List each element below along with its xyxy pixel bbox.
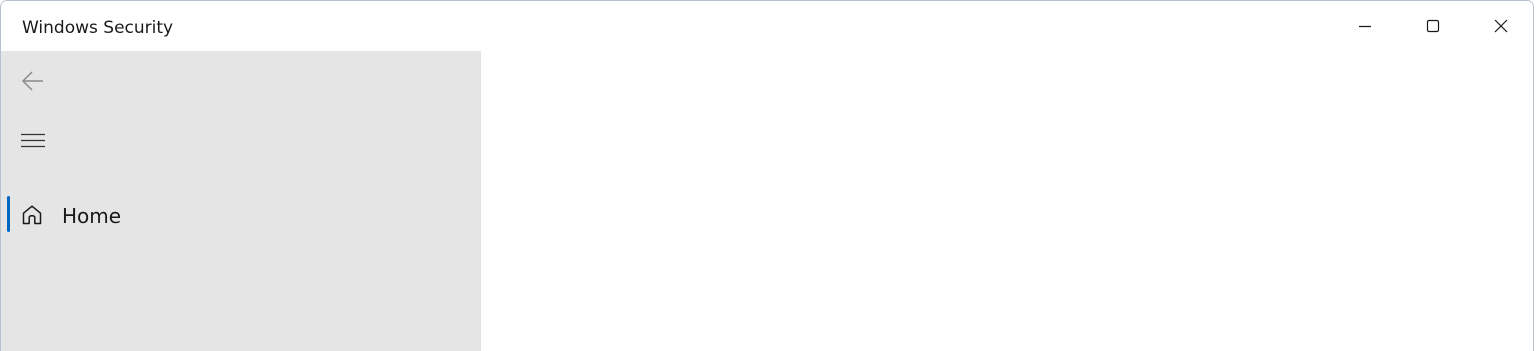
hamburger-menu-icon: [21, 133, 45, 148]
app-window: Windows Security Home: [0, 0, 1534, 351]
navigation-pane: Home: [1, 51, 481, 351]
menu-toggle-button[interactable]: [13, 125, 53, 157]
back-button[interactable]: [13, 65, 53, 97]
home-icon: [20, 203, 44, 227]
selection-indicator: [7, 196, 10, 232]
close-icon: [1494, 19, 1508, 33]
minimize-button[interactable]: [1331, 2, 1399, 50]
sidebar-item-home[interactable]: Home: [1, 193, 481, 237]
close-button[interactable]: [1467, 2, 1533, 50]
main-content: [481, 51, 1533, 351]
maximize-icon: [1426, 19, 1440, 33]
title-bar[interactable]: Windows Security: [1, 1, 1533, 51]
back-arrow-icon: [21, 71, 43, 91]
sidebar-item-label: Home: [62, 204, 122, 228]
minimize-icon: [1359, 25, 1371, 28]
window-title: Windows Security: [22, 18, 174, 38]
maximize-button[interactable]: [1399, 2, 1467, 50]
